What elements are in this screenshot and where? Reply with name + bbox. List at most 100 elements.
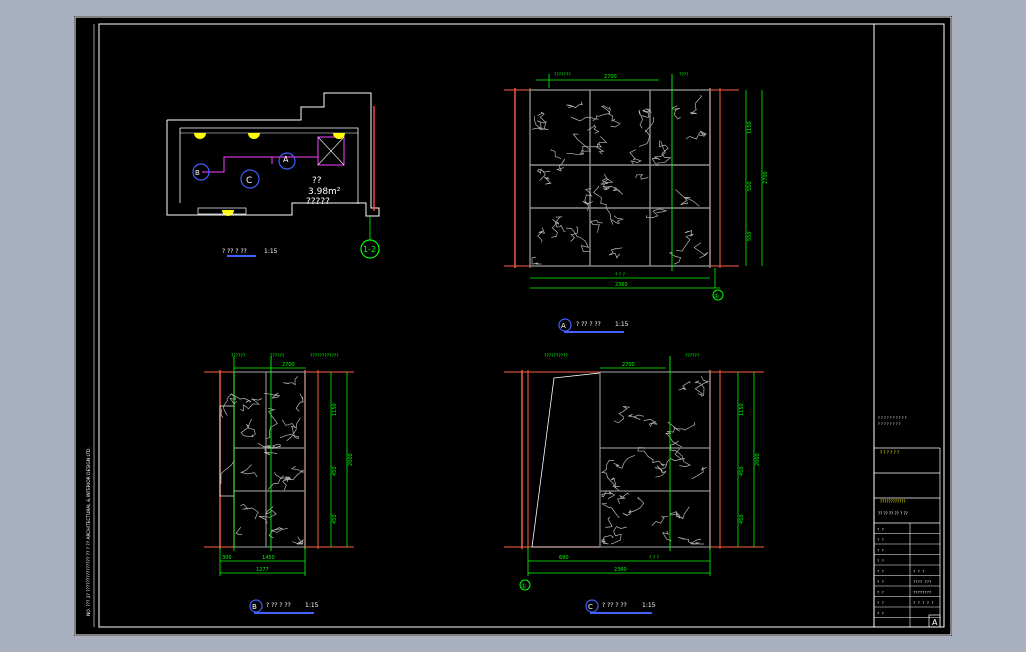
marble-vein [240,464,258,478]
tb-row-label: ? ? [877,569,884,574]
marble-vein [283,376,298,386]
tb-note-2: ? ? ? ? ? ? ? ? [878,422,901,426]
marble-vein [240,503,259,520]
elevation-a: 2700 ??????? ???? 1150 550 550 2700 ? ? … [504,72,769,333]
elev-a-scale: 1:15 [615,321,629,328]
marble-vein [614,188,624,195]
svg-text:2700: 2700 [763,171,769,184]
marble-vein [550,149,562,160]
marble-vein [693,242,709,259]
marble-vein [602,541,609,545]
svg-text:1150: 1150 [747,121,753,134]
svg-text:2360: 2360 [615,282,628,288]
elev-a-marble-veins [531,94,709,265]
elev-b-title: ? ?? ? ?? [266,602,291,609]
marble-vein [605,516,613,528]
elev-b-tag: B [252,603,257,611]
marble-vein [220,408,224,418]
marble-vein [531,256,542,265]
room-area: 3.98m² [308,187,341,197]
marble-vein [600,173,614,188]
marble-vein [566,227,591,252]
marble-vein [608,106,621,128]
marble-vein [282,465,304,491]
elev-c-tag: C [588,603,593,611]
marble-vein [659,448,686,470]
cad-drawing: NO. ??? 2? ??????????????? ?? ? ?? ARCHI… [74,16,952,636]
marble-vein [656,140,671,164]
marble-vein [543,176,552,185]
marble-vein [537,227,546,243]
marble-vein [675,229,694,252]
tb-sheet-letter: A [932,618,938,627]
svg-text:300: 300 [222,555,232,561]
marble-vein [683,196,700,207]
marble-vein [651,516,669,526]
marble-vein [678,381,691,391]
marble-vein [592,185,614,225]
elev-c-door [531,372,601,548]
svg-text:1150: 1150 [332,403,338,416]
marble-vein [675,189,689,205]
marble-vein [627,413,645,421]
elev-a-title: ? ?? ? ?? [576,321,601,328]
marble-vein [286,417,301,442]
tb-row-value: ???? ??? [913,579,931,584]
svg-text:????: ???? [679,72,689,78]
svg-text:450: 450 [739,514,745,524]
light-icon [194,133,206,139]
svg-text:450: 450 [739,466,745,476]
marble-vein [616,492,630,505]
svg-text:1150: 1150 [739,403,745,416]
svg-text:2000: 2000 [755,453,761,466]
title-block: ? ? ? ? ? ? ? ? ? ? ? ? ? ? ? ? ? ? ? ? … [874,416,941,628]
marble-vein [229,394,237,405]
tb-project: ? ? ? ? ? ? [880,450,899,455]
marble-vein [589,220,603,233]
svg-text:2700: 2700 [622,362,635,368]
svg-text:①: ① [521,583,526,590]
marble-vein [608,247,623,259]
floor-plan: B C A ?? 3.98m² ????? 1-2 ? ?? ? ?? 1:15 [166,92,380,259]
svg-text:??????: ?????? [231,353,246,359]
marble-vein [613,406,631,424]
marble-vein [247,418,256,438]
marble-vein [596,136,608,155]
marble-vein [629,149,642,165]
svg-text:2360: 2360 [614,567,627,573]
tb-row-value: ???????? [913,590,931,595]
marble-vein [643,418,658,427]
marble-vein [582,200,593,205]
tb-row-label: ? ? [877,590,884,595]
marble-vein [551,218,560,238]
marble-vein [570,116,599,122]
marble-vein [639,116,655,147]
svg-text:2700: 2700 [282,362,295,368]
elev-a-tile-grid [529,89,711,267]
side-strip-text: NO. ??? 2? ??????????????? ?? ? ?? ARCHI… [86,447,92,616]
marble-vein [664,421,683,448]
marble-vein [637,447,667,467]
marble-vein [689,94,702,115]
marble-vein [587,124,600,134]
marble-vein [654,465,667,478]
marble-vein [645,208,668,218]
elev-c-marble-veins [601,375,709,545]
marble-vein [635,174,649,180]
marble-vein [566,101,584,109]
svg-text:①: ① [714,293,719,300]
svg-text:2000: 2000 [348,453,354,466]
marble-vein [572,133,592,155]
elevation-b: 2700 ?????? ?????? ???????????? 1150 450… [204,353,354,614]
svg-text:??????????: ?????????? [544,353,568,359]
marble-vein [694,375,709,397]
marble-vein [679,506,690,520]
svg-text:2700: 2700 [604,74,617,80]
tb-drawing-name: ?? ?? ?? ?? ? ?? [878,511,908,516]
elev-c-tile-grid [599,371,711,548]
marble-vein [267,475,285,490]
light-icon [248,133,260,139]
svg-text:450: 450 [332,466,338,476]
marble-vein [691,466,707,480]
elev-c-title: ? ?? ? ?? [602,602,627,609]
